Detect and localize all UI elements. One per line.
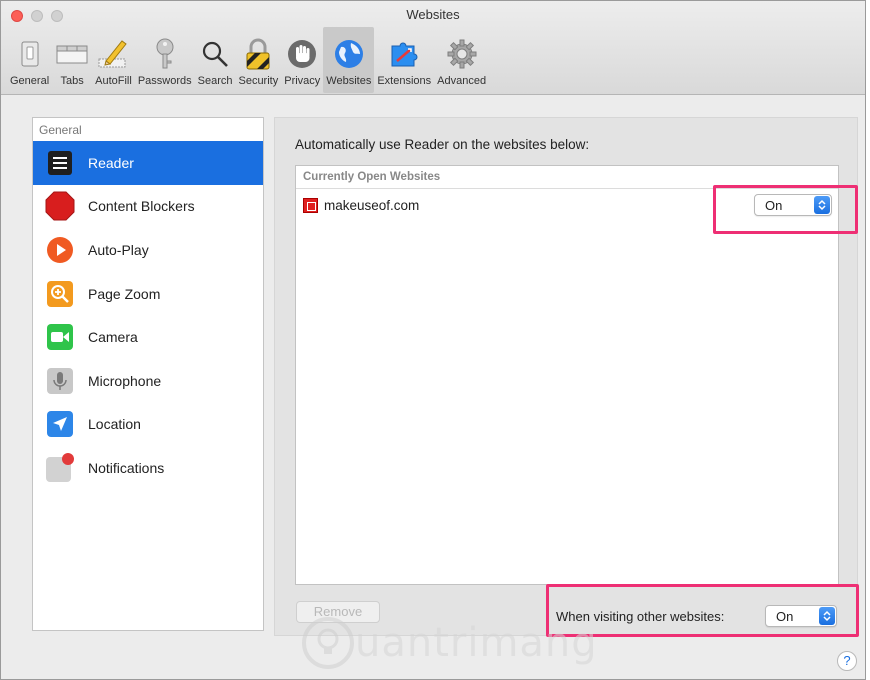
preferences-tabs: General Tabs AutoFill Passwords Search S… (7, 27, 489, 93)
key-icon (148, 37, 182, 71)
tabs-icon (55, 37, 89, 71)
watermark-text: uantrimang (355, 620, 598, 666)
sidebar-item-label: Camera (88, 329, 138, 346)
site-favicon-icon (303, 197, 318, 213)
website-settings-sidebar: General Reader Content Blockers Auto-Pla… (32, 117, 264, 631)
microphone-icon (44, 365, 76, 397)
tab-security[interactable]: Security (235, 27, 281, 93)
gear-icon (445, 37, 479, 71)
tab-label: Tabs (60, 75, 84, 87)
highlight-box (713, 185, 858, 234)
padlock-icon (241, 37, 275, 71)
tab-label: Privacy (284, 75, 321, 87)
tab-label: Websites (326, 75, 372, 87)
sidebar-item-label: Microphone (88, 372, 162, 389)
notifications-icon (44, 452, 76, 484)
play-icon (44, 234, 76, 266)
tab-label: AutoFill (95, 75, 132, 87)
sidebar-item-label: Auto-Play (88, 241, 149, 258)
tab-privacy[interactable]: Privacy (281, 27, 323, 93)
location-arrow-icon (44, 408, 76, 440)
tab-websites[interactable]: Websites (323, 27, 375, 93)
sidebar-item-camera[interactable]: Camera (33, 315, 263, 359)
sidebar-item-label: Page Zoom (88, 285, 161, 302)
sidebar-item-label: Reader (88, 154, 134, 171)
tab-label: Passwords (137, 75, 192, 87)
autofill-pencil-icon (96, 37, 130, 71)
sidebar-item-label: Location (88, 416, 141, 433)
tab-search[interactable]: Search (195, 27, 236, 93)
sidebar-item-label: Content Blockers (88, 198, 195, 215)
help-button[interactable]: ? (837, 651, 857, 671)
sidebar-section-label: General (39, 123, 82, 137)
panel-heading: Automatically use Reader on the websites… (295, 137, 590, 152)
sidebar-item-auto-play[interactable]: Auto-Play (33, 228, 263, 272)
toolbar: Websites General Tabs AutoFill Passwords… (1, 1, 865, 95)
sidebar-item-content-blockers[interactable]: Content Blockers (33, 185, 263, 229)
general-icon (13, 37, 47, 71)
website-domain: makeuseof.com (324, 197, 420, 213)
tab-label: Security (238, 75, 279, 87)
tab-label: Search (197, 75, 233, 87)
puzzle-icon (387, 37, 421, 71)
tab-label: Extensions (377, 75, 432, 87)
lightbulb-icon (302, 617, 354, 669)
tab-label: General (10, 75, 50, 87)
tab-advanced[interactable]: Advanced (434, 27, 489, 93)
tab-extensions[interactable]: Extensions (374, 27, 434, 93)
watermark-logo: uantrimang (301, 616, 598, 670)
tab-passwords[interactable]: Passwords (135, 27, 195, 93)
tab-label: Advanced (437, 75, 487, 87)
camera-icon (44, 321, 76, 353)
tab-autofill[interactable]: AutoFill (92, 27, 135, 93)
magnifier-icon (198, 37, 232, 71)
hand-icon (285, 37, 319, 71)
globe-icon (332, 37, 366, 71)
tab-general[interactable]: General (7, 27, 52, 93)
reader-icon (44, 147, 76, 179)
tab-tabs[interactable]: Tabs (52, 27, 92, 93)
sidebar-item-microphone[interactable]: Microphone (33, 359, 263, 403)
sidebar-item-location[interactable]: Location (33, 403, 263, 447)
window-title: Websites (406, 7, 460, 22)
zoom-icon (44, 278, 76, 310)
safari-preferences-window: Websites General Tabs AutoFill Passwords… (0, 0, 866, 680)
sidebar-item-label: Notifications (88, 459, 165, 476)
sidebar-item-reader[interactable]: Reader (33, 141, 263, 185)
sidebar-item-notifications[interactable]: Notifications (33, 446, 263, 490)
stop-sign-icon (44, 190, 76, 222)
sidebar-item-page-zoom[interactable]: Page Zoom (33, 272, 263, 316)
